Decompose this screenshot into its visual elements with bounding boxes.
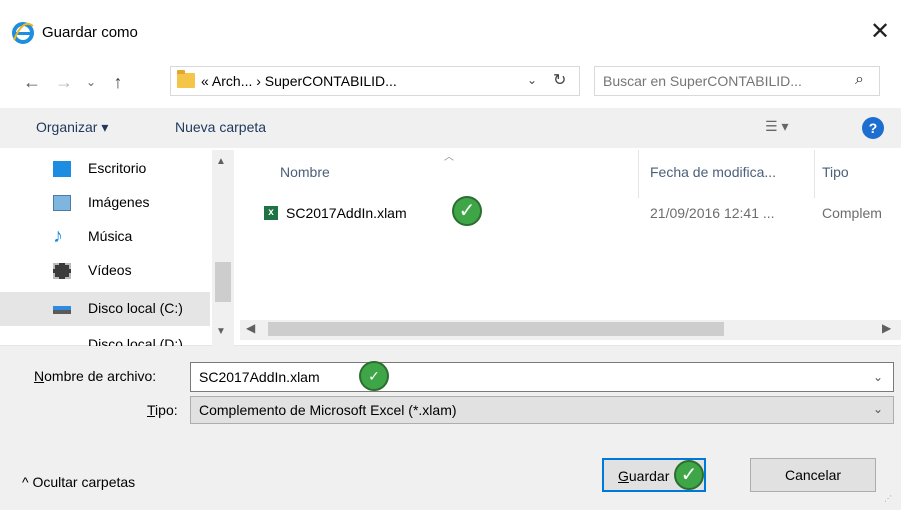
chevron-down-icon[interactable]: ⌄ xyxy=(873,370,883,384)
sidebar-item-desktop[interactable]: Escritorio xyxy=(36,152,240,186)
address-path[interactable]: « Arch... › SuperCONTABILID... xyxy=(201,73,397,89)
scroll-up-icon[interactable]: ▲ xyxy=(216,156,226,167)
command-toolbar: Organizar ▾ Nueva carpeta ☰ ▾ ? xyxy=(0,108,901,148)
file-date: 21/09/2016 12:41 ... xyxy=(650,205,775,221)
cancel-button[interactable]: Cancelar xyxy=(750,458,876,492)
arrow-left-icon: ← xyxy=(23,72,41,92)
sidebar-item-label: Disco local (D:) xyxy=(88,336,183,346)
refresh-icon[interactable]: ↻ xyxy=(553,70,566,90)
close-icon: ✕ xyxy=(869,18,891,45)
scroll-down-icon[interactable]: ▼ xyxy=(216,326,226,337)
scroll-right-icon[interactable]: ▶ xyxy=(882,321,891,335)
sidebar-item-pictures[interactable]: Imágenes xyxy=(36,186,240,220)
column-header-name[interactable]: Nombre xyxy=(280,164,330,180)
scroll-left-icon[interactable]: ◀ xyxy=(246,321,255,335)
sidebar-item-disk-d[interactable]: Disco local (D:) xyxy=(36,328,240,346)
browser-pane: Escritorio Imágenes ♪ Música Vídeos Disc… xyxy=(0,150,901,346)
internet-explorer-icon xyxy=(12,22,34,44)
organize-menu[interactable]: Organizar ▾ xyxy=(36,119,108,136)
sidebar-item-label: Disco local (C:) xyxy=(88,300,183,316)
sort-ascending-icon: ︿ xyxy=(444,152,454,163)
excel-file-icon: x xyxy=(264,206,278,220)
arrow-right-icon: → xyxy=(55,72,73,92)
column-header-type[interactable]: Tipo xyxy=(822,164,849,180)
chevron-down-icon: ⌄ xyxy=(85,75,97,89)
file-type-value: Complemento de Microsoft Excel (*.xlam) xyxy=(199,402,457,418)
checkmark-icon: ✓ xyxy=(452,196,482,226)
up-button[interactable]: ↑ xyxy=(106,68,130,96)
filename-field[interactable]: SC2017AddIn.xlam ✓ ⌄ xyxy=(190,361,894,392)
recent-locations-button[interactable]: ⌄ xyxy=(82,68,100,96)
filename-value[interactable]: SC2017AddIn.xlam xyxy=(199,369,320,385)
scroll-thumb[interactable] xyxy=(268,322,724,336)
horizontal-scrollbar[interactable]: ◀ ▶ xyxy=(240,320,901,340)
save-form: Nombre de archivo: SC2017AddIn.xlam ✓ ⌄ … xyxy=(0,346,901,510)
sidebar-item-disk-c[interactable]: Disco local (C:) xyxy=(0,292,210,326)
checkmark-icon: ✓ xyxy=(359,361,389,391)
hide-folders-button[interactable]: ^ Ocultar carpetas xyxy=(22,474,135,490)
search-icon[interactable]: ⌕ xyxy=(855,71,864,89)
close-button[interactable]: ✕ xyxy=(866,18,894,46)
help-icon[interactable]: ? xyxy=(862,117,884,139)
chevron-down-icon[interactable]: ⌄ xyxy=(873,402,883,416)
sidebar-item-label: Vídeos xyxy=(88,262,132,278)
arrow-up-icon: ↑ xyxy=(113,72,123,92)
file-row[interactable]: x SC2017AddIn.xlam ✓ 21/09/2016 12:41 ..… xyxy=(240,196,901,230)
search-input[interactable] xyxy=(603,71,843,91)
view-options-icon[interactable]: ☰ ▾ xyxy=(765,118,788,135)
new-folder-button[interactable]: Nueva carpeta xyxy=(175,119,266,135)
sidebar-item-label: Imágenes xyxy=(88,194,150,210)
checkmark-icon: ✓ xyxy=(674,460,704,490)
pictures-icon xyxy=(53,195,71,211)
sidebar-item-label: Música xyxy=(88,228,133,244)
column-header-date[interactable]: Fecha de modifica... xyxy=(650,164,776,180)
navigation-sidebar: Escritorio Imágenes ♪ Música Vídeos Disc… xyxy=(0,150,240,346)
forward-button[interactable]: → xyxy=(52,68,76,96)
sidebar-item-videos[interactable]: Vídeos xyxy=(36,254,240,288)
file-type-select[interactable]: Complemento de Microsoft Excel (*.xlam) … xyxy=(190,396,894,424)
videos-icon xyxy=(53,263,71,279)
desktop-icon xyxy=(53,161,71,177)
file-list: ︿ Nombre Fecha de modifica... Tipo x SC2… xyxy=(240,150,901,346)
address-bar[interactable]: « Arch... › SuperCONTABILID... ⌄ ↻ xyxy=(170,66,580,96)
sidebar-item-music[interactable]: ♪ Música xyxy=(36,220,240,254)
type-label: Tipo: xyxy=(147,402,178,418)
scroll-thumb[interactable] xyxy=(215,262,231,302)
file-type: Complem xyxy=(822,205,882,221)
title-bar: Guardar como ✕ xyxy=(0,0,901,58)
back-button[interactable]: ← xyxy=(20,68,44,96)
save-button[interactable]: Guardar ✓ xyxy=(602,458,706,492)
drive-icon xyxy=(53,306,71,314)
folder-icon xyxy=(177,70,195,88)
window-title: Guardar como xyxy=(42,24,138,41)
sidebar-scrollbar[interactable]: ▲ ▼ xyxy=(212,150,234,346)
filename-label: Nombre de archivo: xyxy=(34,368,157,384)
sidebar-item-label: Escritorio xyxy=(88,160,147,176)
music-icon: ♪ xyxy=(53,225,63,247)
column-divider[interactable] xyxy=(638,150,639,198)
search-box[interactable]: ⌕ xyxy=(594,66,880,96)
resize-grip-icon[interactable]: ⋰ xyxy=(884,494,892,503)
chevron-down-icon[interactable]: ⌄ xyxy=(527,73,537,87)
file-name: SC2017AddIn.xlam xyxy=(286,205,407,221)
column-divider[interactable] xyxy=(814,150,815,198)
